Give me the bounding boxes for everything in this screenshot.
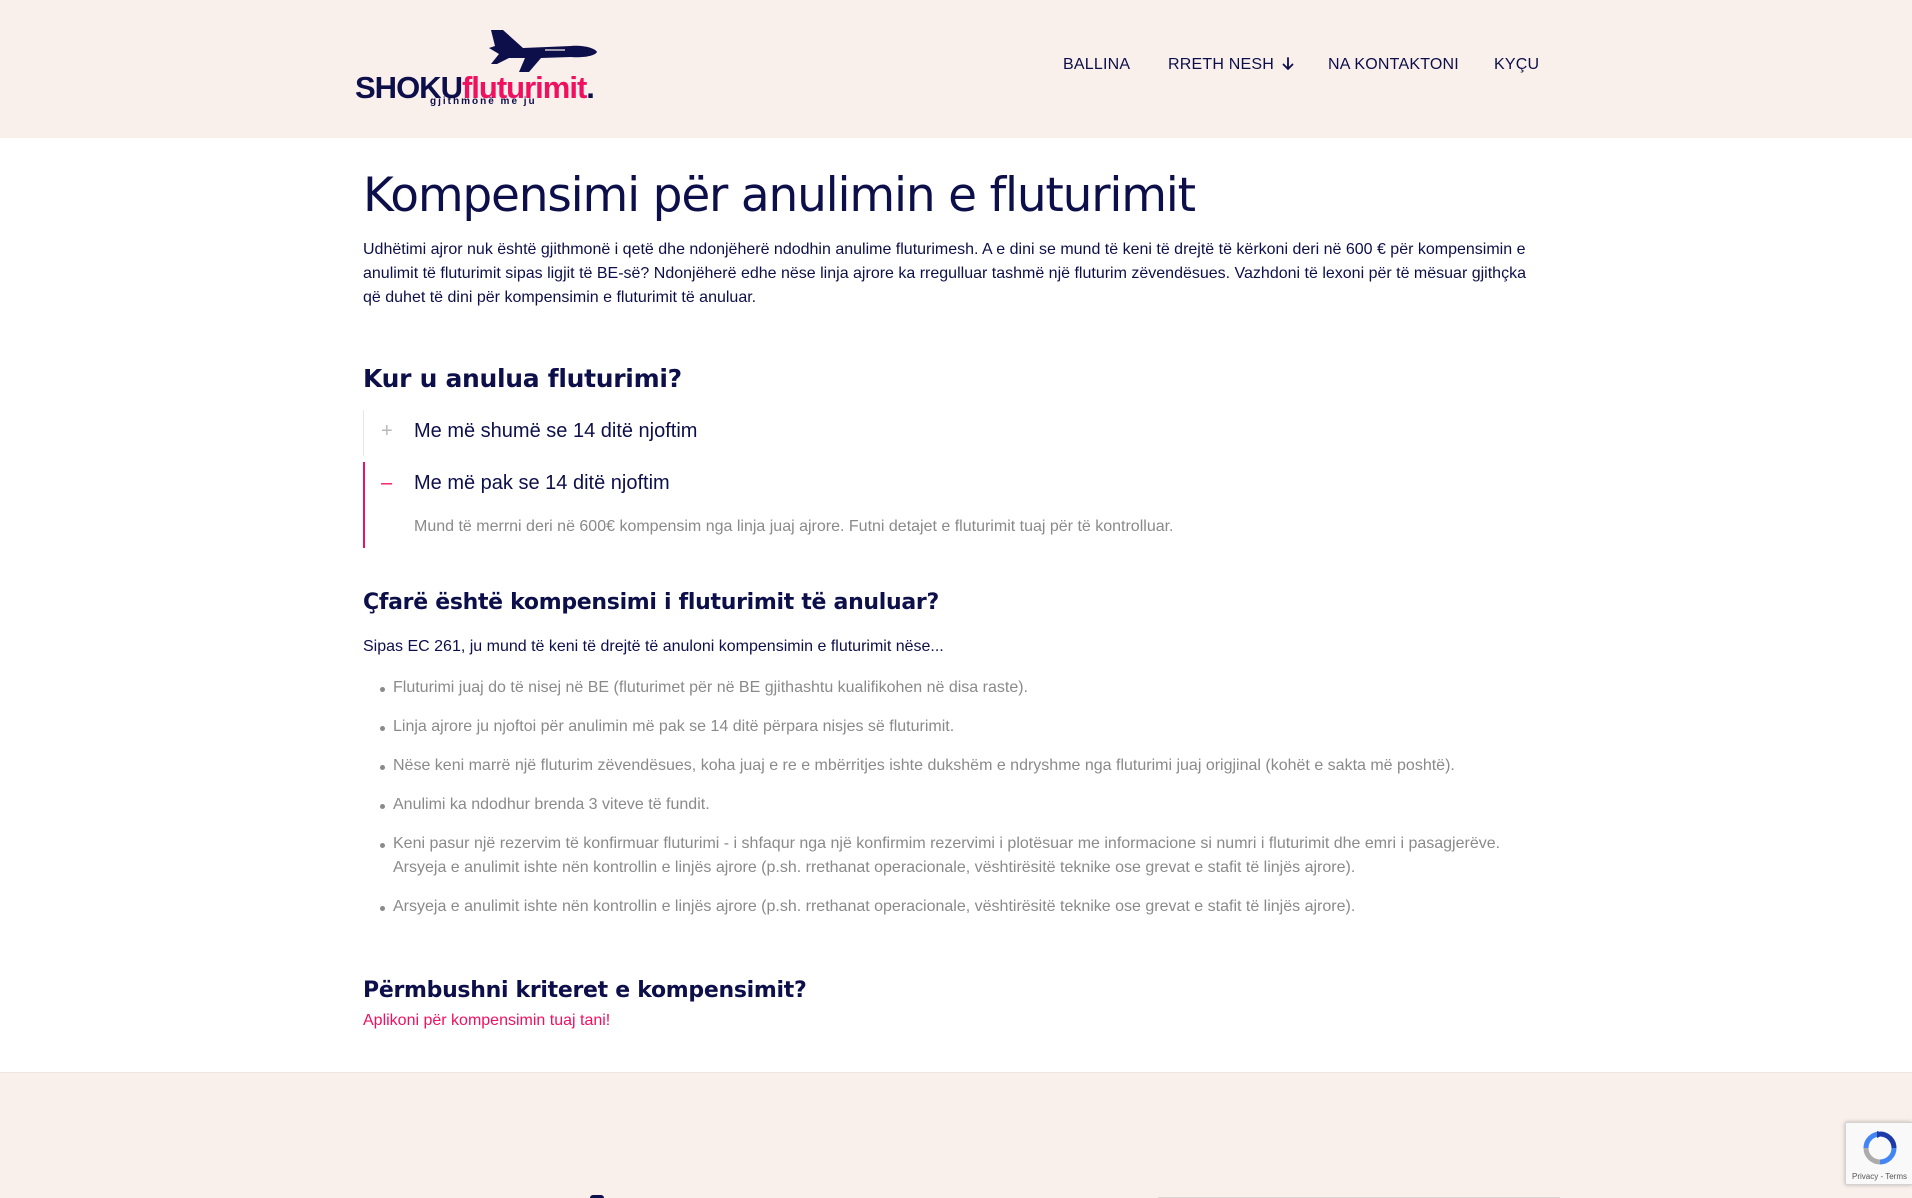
list-item: Nëse keni marrë një fluturim zëvendësues… [363, 754, 1543, 778]
nav-item-ballina[interactable]: BALLINA [1063, 56, 1130, 74]
nav-item-na-kontaktoni[interactable]: NA KONTAKTONI [1328, 56, 1459, 74]
logo-word-dot: . [586, 70, 595, 105]
recaptcha-links: Privacy - Terms [1852, 1172, 1907, 1181]
eligibility-lead: Sipas EC 261, ju mund të keni të drejtë … [363, 638, 944, 655]
nav-item-kycu[interactable]: KYÇU [1494, 56, 1539, 74]
site-header: SHOKUfluturimit. gjithmonë me ju BALLINA… [0, 0, 1912, 138]
accordion-body: Mund të merrni deri në 600€ kompensim ng… [414, 518, 1174, 535]
site-footer [0, 1072, 1912, 1198]
list-item: Keni pasur një rezervim të konfirmuar fl… [363, 832, 1543, 880]
page-title: Kompensimi për anulimin e fluturimit [363, 168, 1196, 223]
accordion-title: Me më pak se 14 ditë njoftim [414, 472, 670, 494]
list-item: Anulimi ka ndodhur brenda 3 viteve të fu… [363, 793, 1543, 817]
logo-tagline: gjithmonë me ju [430, 96, 537, 107]
recaptcha-icon [1863, 1131, 1897, 1165]
airplane-icon [489, 30, 597, 72]
recaptcha-privacy-link[interactable]: Privacy [1852, 1172, 1878, 1181]
list-item: Linja ajrore ju njoftoi për anulimin më … [363, 715, 1543, 739]
list-item: Fluturimi juaj do të nisej në BE (flutur… [363, 676, 1543, 700]
nav-item-rreth-nesh[interactable]: RRETH NESH [1168, 56, 1294, 74]
accordion-title: Me më shumë se 14 ditë njoftim [414, 420, 698, 442]
apply-compensation-link[interactable]: Aplikoni për kompensimin tuaj tani! [363, 1012, 610, 1030]
site-logo[interactable]: SHOKUfluturimit. gjithmonë me ju [352, 26, 608, 110]
section-heading-meet-criteria: Përmbushni kriteret e kompensimit? [363, 978, 807, 1003]
eligibility-list: Fluturimi juaj do të nisej në BE (flutur… [363, 676, 1543, 934]
section-heading-what-is-compensation: Çfarë është kompensimi i fluturimit të a… [363, 590, 939, 615]
accordion-item-more-than-14-days[interactable]: + Me më shumë se 14 ditë njoftim [363, 410, 1543, 456]
arrow-down-icon [1282, 57, 1294, 70]
plus-icon: + [381, 420, 393, 442]
accordion-item-less-than-14-days[interactable]: – Me më pak se 14 ditë njoftim Mund të m… [363, 462, 1543, 548]
intro-paragraph: Udhëtimi ajror nuk është gjithmonë i qet… [363, 241, 1526, 306]
recaptcha-terms-link[interactable]: Terms [1885, 1172, 1907, 1181]
minus-icon: – [381, 472, 393, 494]
recaptcha-badge[interactable]: Privacy - Terms [1845, 1122, 1912, 1185]
nav-item-rreth-nesh-label: RRETH NESH [1168, 56, 1275, 73]
section-heading-when-cancelled: Kur u anulua fluturimi? [363, 364, 682, 393]
list-item: Arsyeja e anulimit ishte nën kontrollin … [363, 895, 1543, 919]
